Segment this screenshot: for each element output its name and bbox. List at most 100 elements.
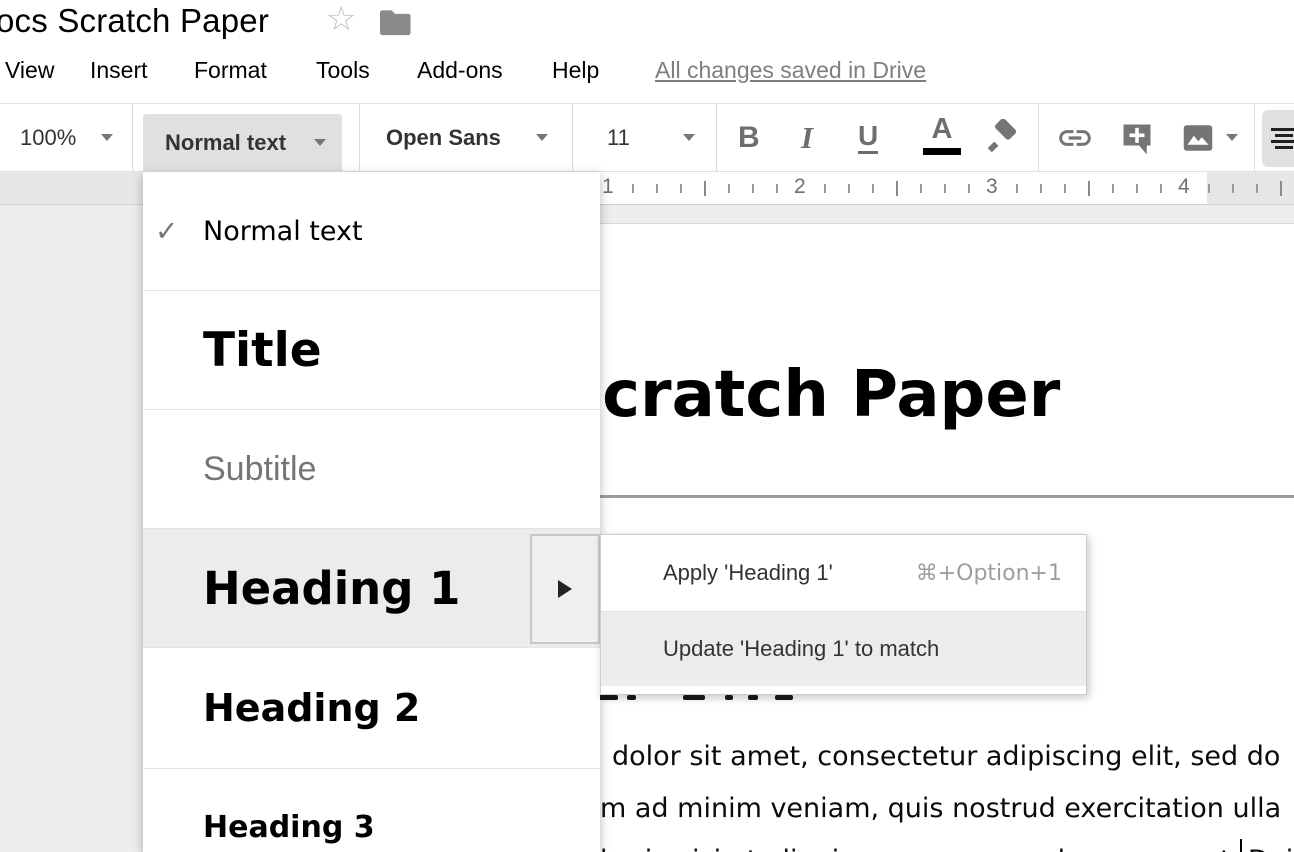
- ruler-tick: [1112, 184, 1114, 193]
- obscured-heading-fragment: [725, 695, 733, 700]
- align-left-icon: [1271, 128, 1294, 131]
- style-option-subtitle[interactable]: Subtitle: [143, 409, 600, 528]
- chevron-down-icon: [1226, 134, 1238, 141]
- ruler-tick: [632, 184, 634, 193]
- ruler-inch-mark: 3: [986, 175, 998, 199]
- underline-icon: U: [858, 121, 878, 153]
- menu-addons[interactable]: Add-ons: [417, 57, 503, 84]
- font-size-select[interactable]: 11: [607, 104, 695, 171]
- zoom-select[interactable]: 100%: [20, 104, 113, 171]
- insert-image-button[interactable]: [1180, 104, 1238, 171]
- ruler-tick: [680, 184, 682, 193]
- bold-button[interactable]: B: [738, 104, 760, 171]
- paragraph-style-value: Normal text: [165, 130, 286, 156]
- font-family-value: Open Sans: [386, 125, 501, 151]
- style-option-label: Title: [203, 323, 322, 378]
- insert-link-button[interactable]: [1056, 104, 1094, 171]
- menu-item-label: Apply 'Heading 1': [663, 560, 833, 586]
- style-option-label: Subtitle: [203, 450, 316, 489]
- paint-format-icon: [980, 119, 1018, 157]
- ruler-tick: [776, 184, 778, 193]
- ruler-tick: [848, 184, 850, 193]
- toolbar-divider: [1254, 104, 1255, 171]
- underline-button[interactable]: U: [858, 104, 878, 171]
- menu-insert[interactable]: Insert: [90, 57, 148, 84]
- toolbar-divider: [716, 104, 717, 171]
- ruler-tick: [1256, 184, 1258, 193]
- toolbar-divider: [359, 104, 360, 171]
- save-status-link[interactable]: All changes saved in Drive: [655, 57, 926, 84]
- ruler-tick: [1016, 184, 1018, 193]
- ruler-tick: [968, 184, 970, 193]
- insert-comment-button[interactable]: [1119, 104, 1155, 171]
- ruler-tick: [704, 181, 706, 196]
- update-heading-1-item[interactable]: Update 'Heading 1' to match: [601, 612, 1086, 686]
- body-text-line: dolor sit amet, consectetur adipiscing e…: [612, 741, 1280, 772]
- link-icon: [1056, 119, 1094, 157]
- chevron-down-icon: [683, 134, 695, 141]
- chevron-down-icon: [536, 134, 548, 141]
- toolbar-divider: [132, 104, 133, 171]
- ruler-tick: [656, 184, 658, 193]
- ruler-tick: [1136, 184, 1138, 193]
- body-text-line: m ad minim veniam, quis nostrud exercita…: [600, 793, 1281, 824]
- ruler-inch-mark: 1: [602, 175, 614, 199]
- style-option-label: Heading 2: [203, 686, 420, 730]
- ruler-tick: [1208, 184, 1210, 193]
- obscured-heading-fragment: [598, 695, 618, 700]
- align-left-button[interactable]: [1262, 110, 1294, 167]
- menu-help[interactable]: Help: [552, 57, 599, 84]
- ruler-inch-mark: 2: [794, 175, 806, 199]
- ruler-tick: [1160, 184, 1162, 193]
- heading-1-submenu-arrow[interactable]: [530, 534, 600, 644]
- document-title-field[interactable]: ocs Scratch Paper: [0, 2, 269, 40]
- ruler-tick: [920, 184, 922, 193]
- ruler-tick: [1064, 184, 1066, 193]
- comment-icon: [1119, 120, 1155, 156]
- text-color-button[interactable]: A: [922, 112, 962, 164]
- style-option-heading-3[interactable]: Heading 3: [143, 768, 600, 852]
- ruler-tick: [728, 184, 730, 193]
- document-heading: Scratch Paper: [556, 358, 1060, 432]
- menu-format[interactable]: Format: [194, 57, 267, 84]
- style-option-label: Heading 3: [203, 810, 375, 845]
- font-size-value: 11: [607, 125, 630, 151]
- ruler-tick: [824, 184, 826, 193]
- obscured-heading-fragment: [683, 695, 705, 700]
- style-option-label: Heading 1: [203, 562, 460, 615]
- text-color-icon: A: [922, 112, 962, 147]
- ruler-tick: [872, 184, 874, 193]
- style-option-normal-text[interactable]: ✓ Normal text: [143, 172, 600, 290]
- obscured-heading-fragment: [748, 695, 758, 700]
- paint-format-button[interactable]: [980, 104, 1018, 171]
- ruler-tick: [896, 181, 898, 196]
- image-icon: [1180, 120, 1216, 156]
- style-option-heading-2[interactable]: Heading 2: [143, 647, 600, 768]
- google-docs-window: ocs Scratch Paper ☆ View Insert Format T…: [0, 0, 1294, 852]
- ruler-tick: [1088, 181, 1090, 196]
- star-icon[interactable]: ☆: [326, 2, 356, 36]
- menu-view[interactable]: View: [5, 57, 54, 84]
- text-color-swatch: [923, 148, 961, 155]
- ruler-tick: [944, 184, 946, 193]
- ruler-tick: [1040, 184, 1042, 193]
- italic-icon: I: [801, 120, 813, 156]
- style-option-title[interactable]: Title: [143, 290, 600, 409]
- submenu-arrow-icon: [558, 580, 572, 598]
- apply-heading-1-item[interactable]: Apply 'Heading 1' ⌘+Option+1: [601, 535, 1086, 612]
- ruler-tick: [1232, 184, 1234, 193]
- bold-icon: B: [738, 121, 760, 155]
- paragraph-style-menu: ✓ Normal text Title Subtitle Heading 1 H…: [143, 172, 600, 852]
- ruler-tick: [1280, 181, 1282, 196]
- folder-icon[interactable]: [378, 6, 414, 38]
- horizontal-rule: [556, 495, 1294, 498]
- italic-button[interactable]: I: [801, 104, 813, 171]
- menu-tools[interactable]: Tools: [316, 57, 370, 84]
- obscured-heading-fragment: [627, 695, 636, 700]
- style-option-heading-1[interactable]: Heading 1: [143, 528, 600, 647]
- chevron-down-icon: [314, 139, 326, 146]
- menu-item-label: Update 'Heading 1' to match: [663, 636, 939, 662]
- paragraph-style-select[interactable]: Normal text: [143, 114, 342, 171]
- keyboard-shortcut: ⌘+Option+1: [916, 561, 1062, 586]
- font-family-select[interactable]: Open Sans: [386, 104, 548, 171]
